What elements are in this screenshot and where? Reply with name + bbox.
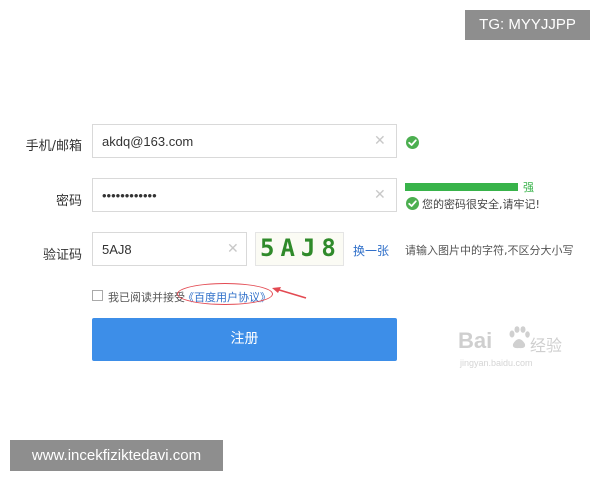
clear-icon[interactable]: ✕ <box>227 241 239 257</box>
register-button[interactable]: 注册 <box>92 318 397 361</box>
captcha-hint: 请输入图片中的字符,不区分大小写 <box>405 244 574 257</box>
email-label: 手机/邮箱 <box>25 139 82 154</box>
clear-icon[interactable]: ✕ <box>374 133 386 149</box>
baidu-logo-sub: jingyan.baidu.com <box>460 358 533 368</box>
password-strength-label: 强 <box>523 181 534 194</box>
captcha-label: 验证码 <box>42 248 82 263</box>
check-circle-icon <box>406 136 419 149</box>
password-hint: 您的密码很安全,请牢记! <box>422 198 540 211</box>
paw-icon <box>509 326 530 349</box>
password-field-box[interactable]: ✕ <box>92 178 397 212</box>
baidu-logo-side: 经验 <box>530 336 563 355</box>
refresh-captcha-link[interactable]: 换一张 <box>353 242 389 259</box>
captcha-image: 5AJ8 <box>255 232 344 266</box>
check-circle-icon <box>406 197 419 210</box>
annotation-arrow-icon <box>272 287 307 299</box>
agree-checkbox[interactable] <box>92 290 103 301</box>
email-field-box[interactable]: ✕ <box>92 124 397 158</box>
captcha-field-box[interactable]: ✕ <box>92 232 247 266</box>
captcha-field[interactable] <box>102 233 222 265</box>
clear-icon[interactable]: ✕ <box>374 187 386 203</box>
password-strength-bar <box>405 183 518 191</box>
password-field[interactable] <box>102 179 352 211</box>
baidu-logo-main: Bai <box>458 328 493 353</box>
watermark-tag: TG: MYYJJPP <box>465 10 590 40</box>
agree-text: 我已阅读并接受 <box>108 291 185 304</box>
baidu-logo: Bai 经验 jingyan.baidu.com <box>458 326 568 372</box>
watermark-url: www.incekfiziktedavi.com <box>10 440 223 471</box>
captcha-image-text: 5AJ8 <box>260 234 342 262</box>
email-field[interactable] <box>102 125 352 157</box>
annotation-ring <box>177 283 273 305</box>
password-label: 密码 <box>55 194 82 209</box>
